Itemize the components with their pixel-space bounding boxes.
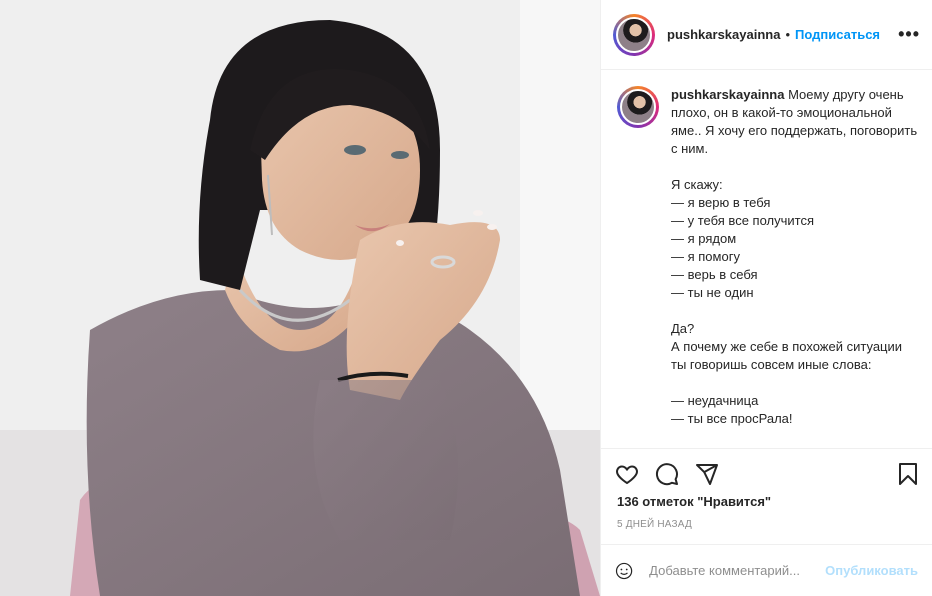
comment-icon[interactable] xyxy=(655,462,679,486)
caption-avatar-ring[interactable] xyxy=(617,86,659,128)
separator-dot: • xyxy=(785,27,791,42)
comment-input[interactable] xyxy=(649,563,826,578)
more-options-icon[interactable]: ••• xyxy=(898,24,920,45)
post-view: pushkarskayainna • Подписаться ••• pushk… xyxy=(0,0,932,596)
emoji-icon[interactable] xyxy=(615,559,633,583)
follow-button[interactable]: Подписаться xyxy=(795,27,880,42)
caption-block: pushkarskayainna Моему другу очень плохо… xyxy=(601,70,932,448)
post-panel: pushkarskayainna • Подписаться ••• pushk… xyxy=(600,0,932,596)
comment-bar: Опубликовать xyxy=(601,544,932,596)
likes-count[interactable]: 136 отметок "Нравится" xyxy=(601,494,932,509)
username[interactable]: pushkarskayainna xyxy=(667,27,780,42)
publish-button[interactable]: Опубликовать xyxy=(825,563,918,578)
post-photo[interactable] xyxy=(0,0,600,596)
caption-text: pushkarskayainna Моему другу очень плохо… xyxy=(671,86,920,448)
caption-body: Моему другу очень плохо, он в какой-то э… xyxy=(671,87,918,426)
caption-username[interactable]: pushkarskayainna xyxy=(671,87,784,102)
avatar[interactable] xyxy=(616,16,652,53)
action-bar xyxy=(601,448,932,498)
caption-avatar[interactable] xyxy=(620,89,656,125)
bookmark-icon[interactable] xyxy=(896,462,920,486)
post-header: pushkarskayainna • Подписаться ••• xyxy=(601,0,932,70)
photo-woman-portrait xyxy=(0,0,600,596)
avatar-ring[interactable] xyxy=(613,13,655,56)
heart-icon[interactable] xyxy=(615,462,639,486)
share-icon[interactable] xyxy=(695,462,719,486)
post-time[interactable]: 5 ДНЕЙ НАЗАД xyxy=(601,509,932,530)
